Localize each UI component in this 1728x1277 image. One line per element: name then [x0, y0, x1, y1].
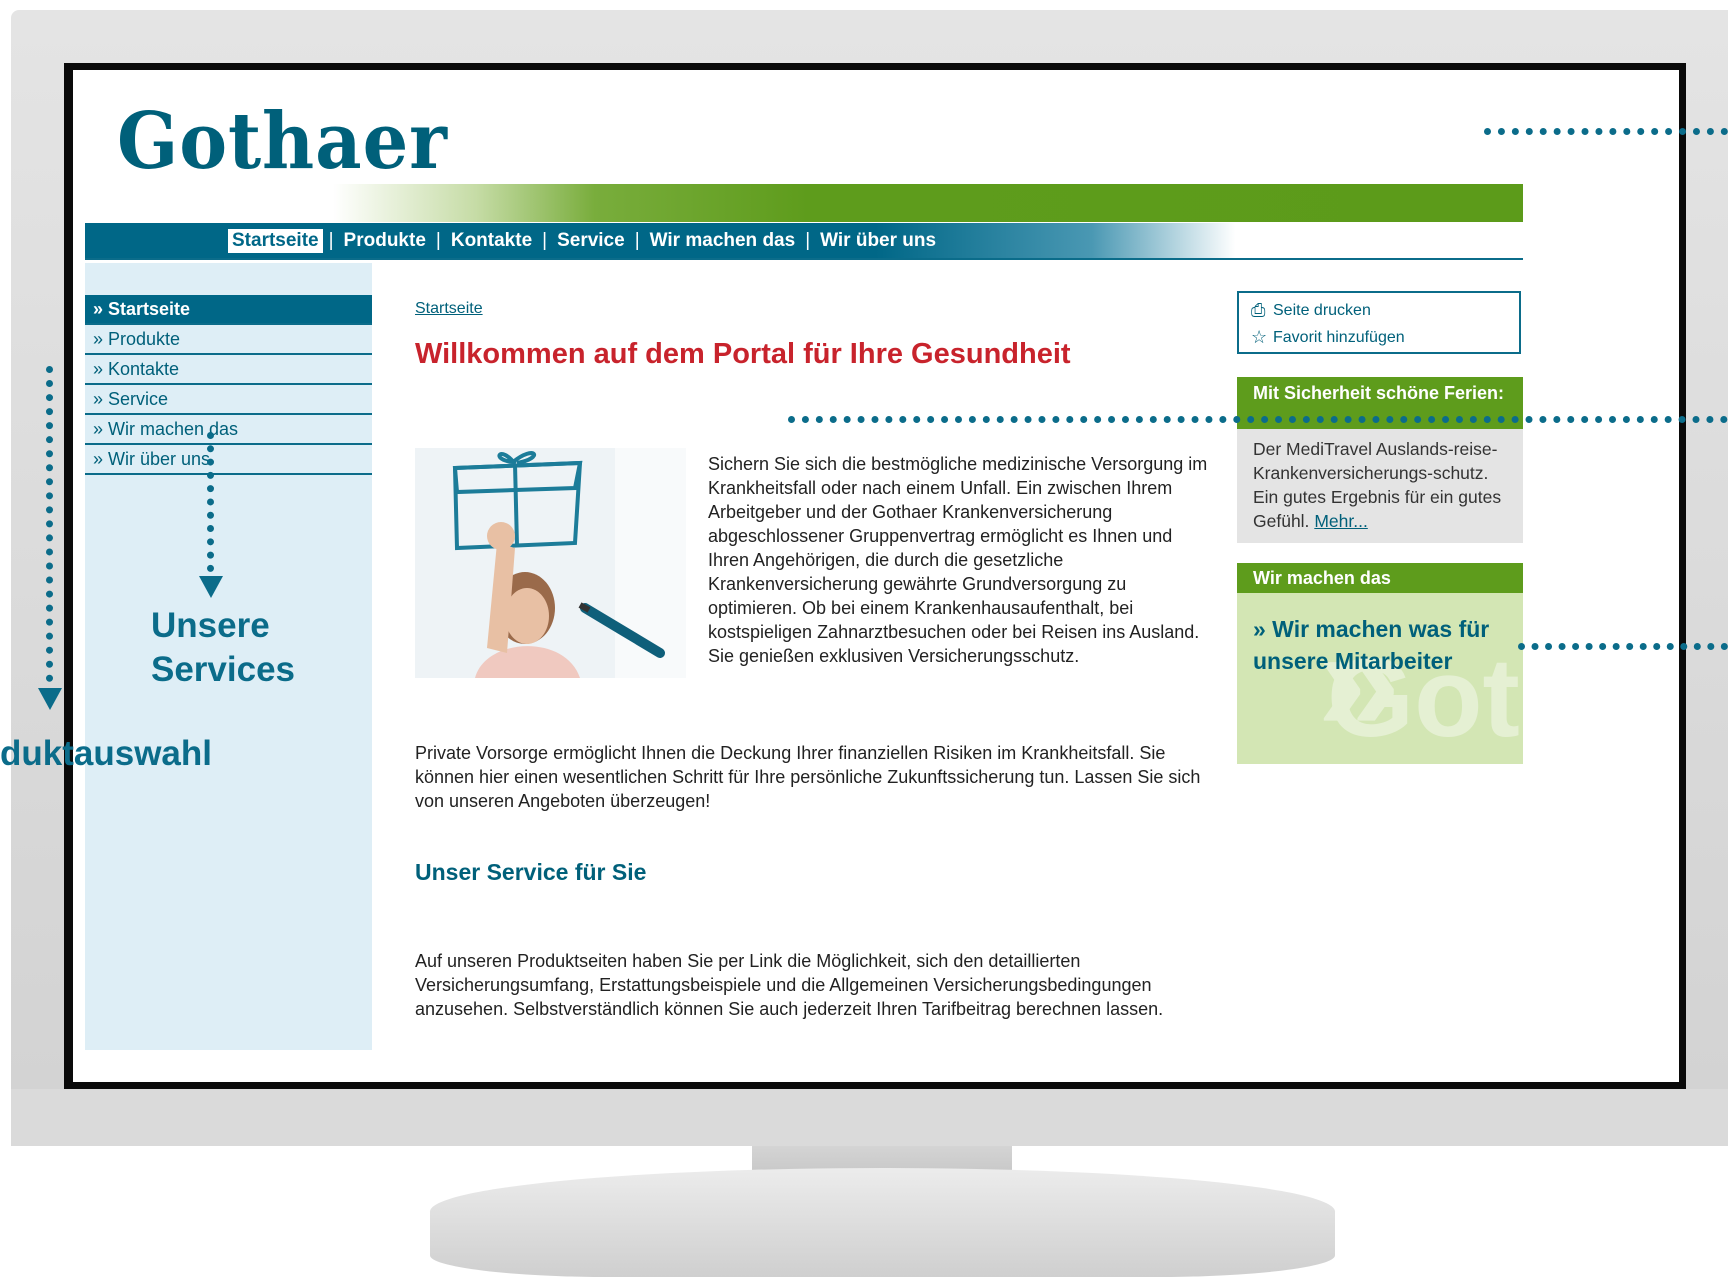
breadcrumb[interactable]: Startseite: [415, 300, 483, 318]
print-page-label: Seite drucken: [1273, 301, 1371, 319]
website-screen: Gothaer Startseite | Produkte | Kontakte…: [73, 70, 1679, 1082]
annotation-line-services: [207, 432, 214, 572]
annotation-services-line1: Unsere: [151, 606, 270, 645]
section-title: Unser Service für Sie: [415, 859, 647, 885]
hero-illustration: [415, 448, 686, 678]
sidebar-item-produkte[interactable]: » Produkte: [85, 325, 372, 355]
vorsorge-paragraph: Private Vorsorge ermöglicht Ihnen die De…: [415, 743, 1201, 811]
teaser-travel-body: Der MediTravel Auslands-reise-Krankenver…: [1237, 429, 1523, 543]
add-favorite-label: Favorit hinzufügen: [1273, 328, 1405, 346]
sidebar-item-wir-machen-das[interactable]: » Wir machen das: [85, 415, 372, 445]
sidebar-item-service[interactable]: » Service: [85, 385, 372, 415]
monitor-bezel-notch: [0, 1146, 370, 1154]
annotation-pointer-teaser: [1518, 643, 1728, 650]
topnav-service[interactable]: Service: [553, 229, 629, 253]
topnav-separator: |: [328, 229, 334, 251]
add-favorite-link[interactable]: ☆ Favorit hinzufügen: [1251, 324, 1507, 351]
top-navigation: Startseite | Produkte | Kontakte | Servi…: [85, 223, 1523, 260]
annotation-pointer-header: [1484, 128, 1728, 135]
annotation-produktauswahl: duktauswahl: [0, 734, 212, 773]
topnav-produkte[interactable]: Produkte: [340, 229, 430, 253]
sidebar-item-wir-ueber-uns[interactable]: » Wir über uns: [85, 445, 372, 475]
topnav-startseite[interactable]: Startseite: [228, 228, 323, 253]
teaser-travel-text: Der MediTravel Auslands-reise-Krankenver…: [1253, 439, 1502, 531]
service-paragraph: Auf unseren Produktseiten haben Sie per …: [415, 951, 1164, 1019]
teaser-mitarbeiter-link[interactable]: » Wir machen was für unsere Mitarbeiter: [1253, 613, 1493, 677]
printer-icon: ⎙: [1251, 300, 1266, 320]
page-title: Willkommen auf dem Portal für Ihre Gesun…: [415, 338, 1071, 370]
topnav-separator: |: [542, 229, 548, 251]
gothaer-logo[interactable]: Gothaer: [117, 96, 448, 187]
print-page-link[interactable]: ⎙ Seite drucken: [1251, 297, 1507, 324]
monitor-mockup: Gothaer Startseite | Produkte | Kontakte…: [0, 0, 1728, 1277]
header-green-band: [333, 184, 1523, 222]
annotation-line-products: [46, 366, 53, 682]
topnav-separator: |: [634, 229, 640, 251]
topnav-wir-machen-das[interactable]: Wir machen das: [646, 229, 800, 253]
intro-paragraph: Sichern Sie sich die bestmögliche medizi…: [708, 454, 1208, 666]
topnav-wir-ueber-uns[interactable]: Wir über uns: [816, 229, 940, 253]
annotation-pointer-content: [788, 416, 1728, 423]
teaser-travel-more-link[interactable]: Mehr...: [1314, 511, 1368, 531]
teaser-wir-machen-das-body: » Goth » Wir machen was für unsere Mitar…: [1237, 593, 1523, 764]
page-tools-box: ⎙ Seite drucken ☆ Favorit hinzufügen: [1237, 291, 1521, 354]
star-icon: ☆: [1251, 327, 1268, 347]
monitor-stand: [430, 1168, 1335, 1277]
topnav-kontakte[interactable]: Kontakte: [447, 229, 536, 253]
hero-photo: [415, 448, 686, 678]
monitor-bezel-bottom: [11, 1089, 1728, 1146]
topnav-separator: |: [435, 229, 441, 251]
sidebar-item-kontakte[interactable]: » Kontakte: [85, 355, 372, 385]
arrow-down-icon: [199, 576, 223, 598]
arrow-down-icon: [38, 688, 62, 710]
sidebar-item-startseite[interactable]: » Startseite: [85, 295, 372, 325]
topnav-separator: |: [805, 229, 811, 251]
teaser-wir-machen-das-title: Wir machen das: [1237, 563, 1523, 593]
annotation-services-line2: Services: [151, 650, 296, 689]
